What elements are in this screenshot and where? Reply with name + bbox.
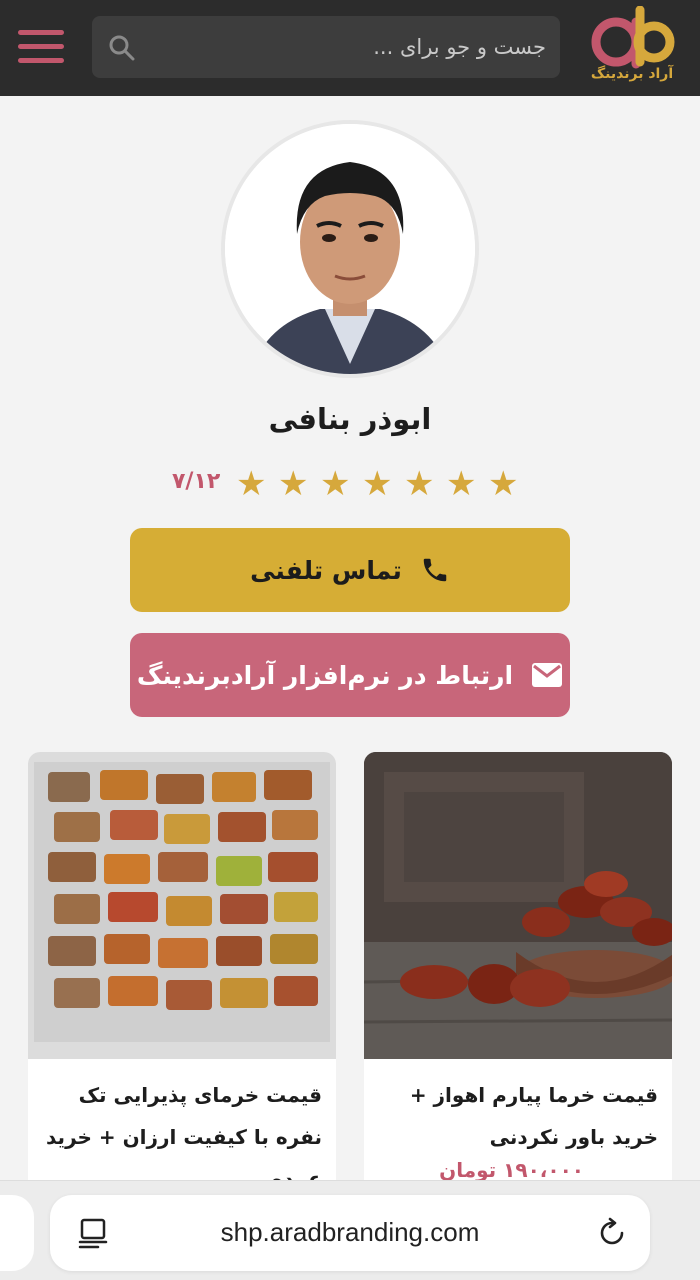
profile-name: ابوذر بنافی [268, 402, 432, 436]
star-rating: ★ ★ ★ ★ ★ ★ ★ [236, 464, 526, 504]
star-icon: ★ [404, 464, 435, 504]
product-card[interactable]: قیمت خرما پیارم اهواز + خرید باور نکردنی… [364, 752, 672, 1192]
wrapped-dates-tray-image [28, 752, 336, 1059]
star-icon: ★ [488, 464, 519, 504]
profile-avatar [225, 124, 475, 374]
rating-value: ۷/۱۲ [172, 469, 221, 494]
search-input[interactable] [166, 26, 546, 68]
top-header: آراد برندینگ [0, 0, 700, 96]
star-icon: ★ [320, 464, 351, 504]
url-text[interactable]: shp.aradbranding.com [130, 1217, 570, 1248]
in-app-message-label: ارتباط در نرم‌افزار آرادبرندینگ [136, 660, 514, 690]
product-card[interactable]: قیمت خرمای پذیرایی تک نفره با کیفیت ارزا… [28, 752, 336, 1192]
reader-icon[interactable] [78, 1217, 108, 1249]
product-price: ۱۹۰،۰۰۰ تومان [439, 1158, 584, 1182]
dates-bowl-image [364, 752, 672, 1059]
phone-call-button[interactable]: تماس تلفنی [130, 528, 570, 612]
search-icon[interactable] [108, 34, 136, 62]
url-field[interactable]: shp.aradbranding.com [50, 1195, 650, 1271]
product-title[interactable]: قیمت خرما پیارم اهواز + خرید باور نکردنی [378, 1074, 658, 1158]
hamburger-menu-icon[interactable] [18, 28, 66, 66]
mail-icon [532, 663, 563, 687]
product-title[interactable]: قیمت خرمای پذیرایی تک نفره با کیفیت ارزا… [42, 1074, 322, 1192]
star-icon: ★ [362, 464, 393, 504]
star-icon: ★ [278, 464, 309, 504]
previous-tab-pill[interactable] [0, 1195, 34, 1271]
reload-icon[interactable] [596, 1217, 628, 1249]
search-bar[interactable] [92, 16, 560, 78]
browser-address-bar: shp.aradbranding.com [0, 1180, 700, 1280]
phone-call-label: تماس تلفنی [250, 555, 402, 585]
logo-text: آراد برندینگ [590, 66, 674, 82]
star-icon: ★ [446, 464, 477, 504]
person-photo [225, 124, 475, 374]
phone-icon [423, 558, 447, 582]
in-app-message-button[interactable]: ارتباط در نرم‌افزار آرادبرندینگ [130, 633, 570, 717]
star-icon: ★ [236, 464, 267, 504]
